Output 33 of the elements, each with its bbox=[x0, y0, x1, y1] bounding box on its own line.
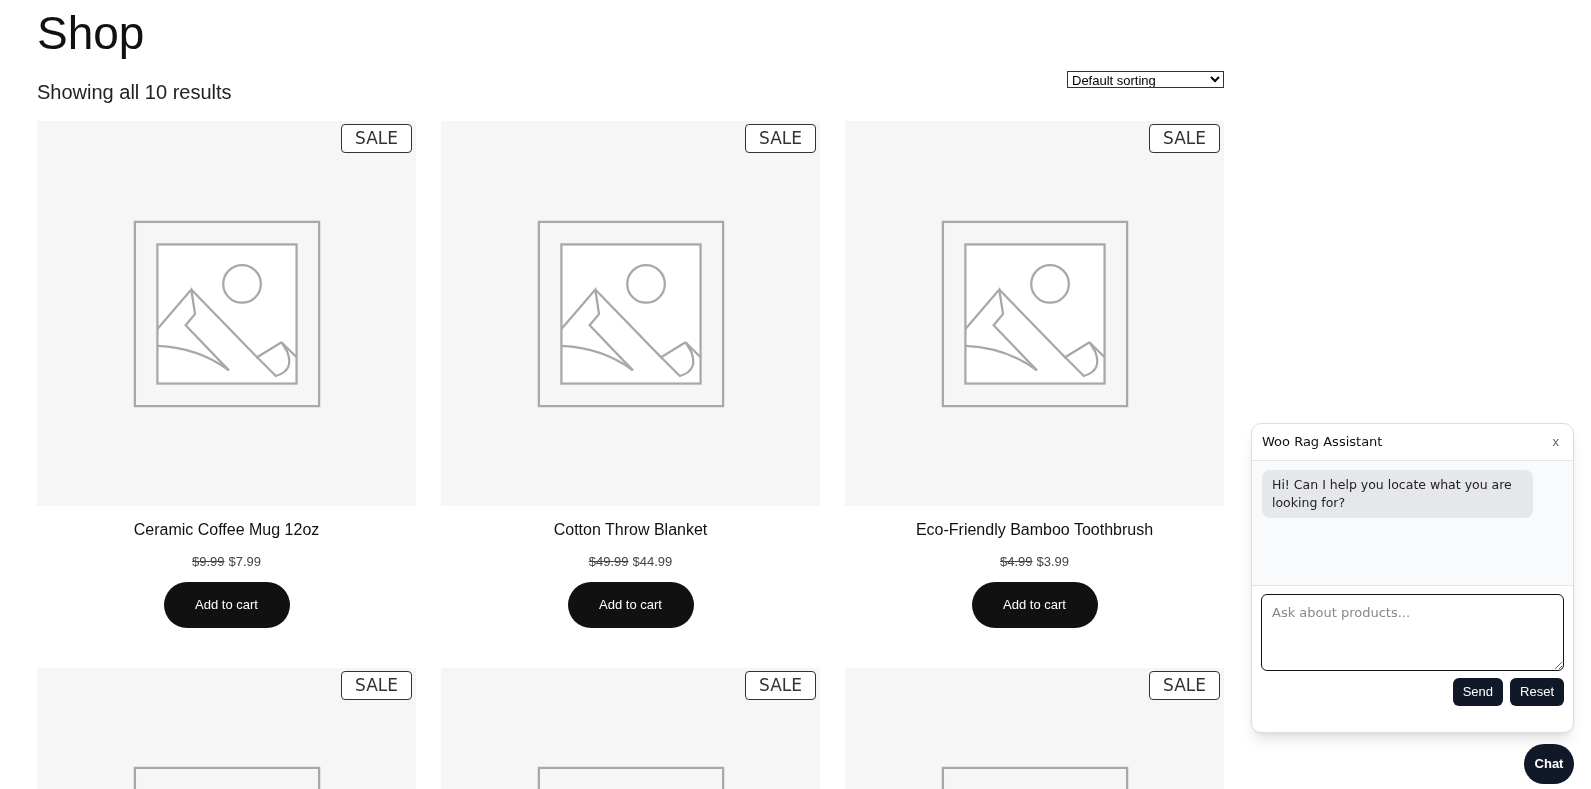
product-image[interactable]: SALE bbox=[845, 667, 1224, 789]
product-name[interactable]: Ceramic Coffee Mug 12oz bbox=[133, 518, 320, 542]
sorting-dropdown[interactable]: Default sorting bbox=[1067, 71, 1224, 88]
close-button[interactable]: x bbox=[1548, 432, 1563, 452]
add-to-cart-button[interactable]: Add to cart bbox=[971, 581, 1098, 628]
send-button[interactable]: Send bbox=[1452, 678, 1504, 706]
add-to-cart-button[interactable]: Add to cart bbox=[163, 581, 290, 628]
sale-price: $7.99 bbox=[228, 553, 262, 571]
product-image[interactable]: SALE bbox=[441, 667, 820, 789]
sale-price: $3.99 bbox=[1036, 553, 1070, 571]
original-price: $49.99 bbox=[588, 553, 629, 571]
message-input[interactable]: Ask about products... bbox=[1261, 594, 1564, 671]
sale-badge: SALE bbox=[745, 670, 816, 700]
product-name[interactable]: Eco-Friendly Bamboo Toothbrush bbox=[915, 518, 1154, 542]
product-image[interactable]: SALE bbox=[37, 667, 416, 789]
original-price: $4.99 bbox=[999, 553, 1033, 571]
result-count: Showing all 10 results bbox=[37, 80, 232, 105]
product-image[interactable]: SALE bbox=[441, 121, 820, 506]
sale-price: $44.99 bbox=[632, 553, 673, 571]
reset-button[interactable]: Reset bbox=[1510, 678, 1564, 706]
sale-badge: SALE bbox=[1149, 670, 1220, 700]
sale-badge: SALE bbox=[341, 124, 412, 153]
original-price: $9.99 bbox=[191, 553, 225, 571]
product-image[interactable]: SALE bbox=[845, 121, 1224, 506]
product-image[interactable]: SALE bbox=[37, 121, 416, 506]
assistant-message: Hi! Can I help you locate what you are looking for? bbox=[1262, 470, 1533, 518]
sale-badge: SALE bbox=[1149, 124, 1220, 153]
product-name[interactable]: Cotton Throw Blanket bbox=[553, 518, 708, 542]
chat-title: Woo Rag Assistant bbox=[1262, 433, 1383, 452]
sale-badge: SALE bbox=[341, 670, 412, 700]
chat-button[interactable]: Chat bbox=[1524, 744, 1574, 784]
add-to-cart-button[interactable]: Add to cart bbox=[567, 581, 694, 628]
sale-badge: SALE bbox=[745, 124, 816, 153]
